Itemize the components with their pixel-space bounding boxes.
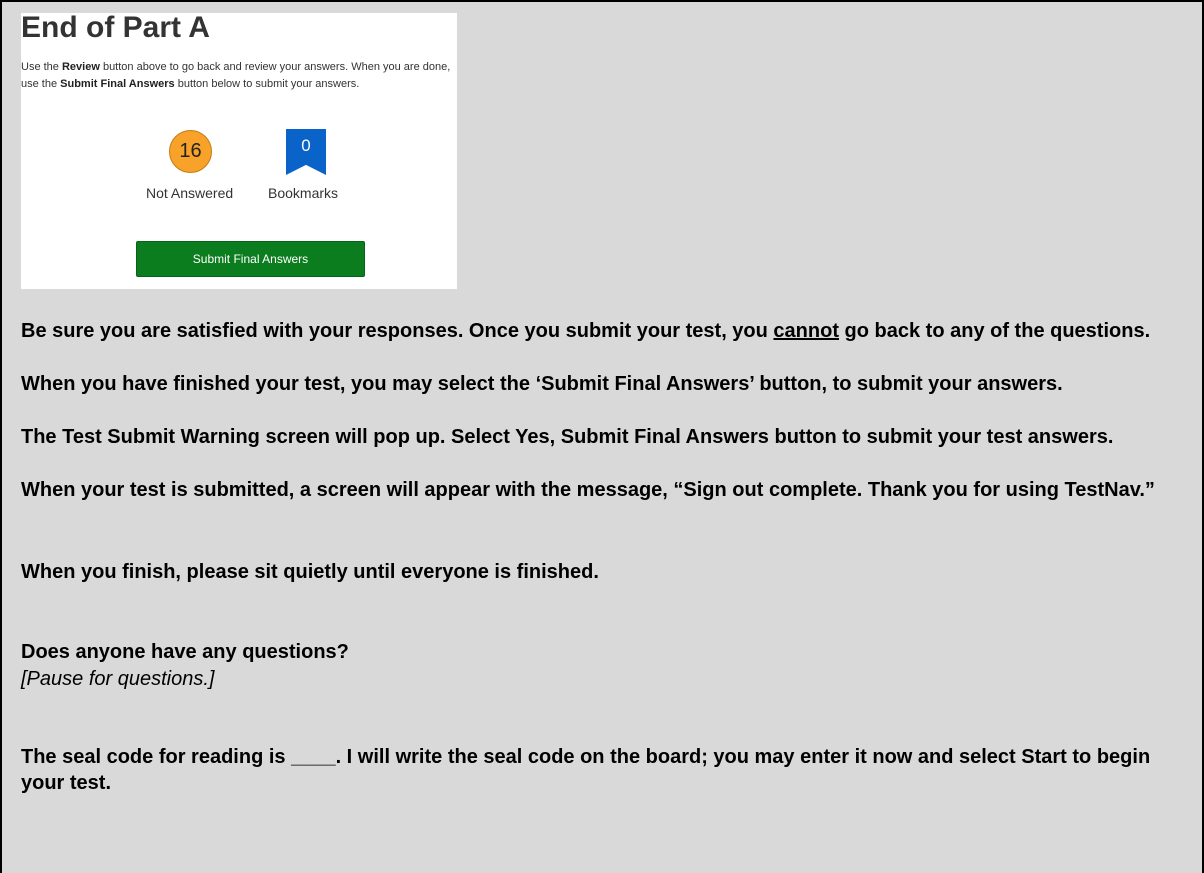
not-answered-count: 16 (179, 140, 202, 162)
sign-out-paragraph: When your test is submitted, a screen wi… (21, 479, 1155, 501)
bookmarks-label: Bookmarks (268, 185, 339, 201)
warning-paragraph: Be sure you are satisfied with your resp… (21, 320, 1151, 342)
not-answered-label: Not Answered (146, 185, 234, 201)
not-answered-badge[interactable]: 16 (169, 130, 212, 173)
end-of-part-screenshot: End of Part A Use the Review button abov… (21, 11, 457, 289)
warning-screen-paragraph: The Test Submit Warning screen will pop … (21, 426, 1114, 448)
submit-final-answers-button[interactable]: Submit Final Answers (136, 241, 365, 277)
finish-paragraph: When you finish, please sit quietly unti… (21, 561, 599, 583)
questions-paragraph: Does anyone have any questions? (21, 641, 349, 663)
submit-term: Submit Final Answers (60, 78, 175, 90)
seal-code-paragraph: The seal code for reading is ____. I wil… (21, 746, 1151, 794)
emphasis-cannot: cannot (773, 320, 839, 342)
part-title: End of Part A (21, 11, 210, 44)
pause-note: [Pause for questions.] (21, 668, 215, 690)
review-term: Review (61, 61, 100, 73)
review-instructions: Use the Review button above to go back a… (21, 61, 451, 90)
bookmark-icon[interactable]: 0 (286, 129, 326, 175)
submit-paragraph: When you have finished your test, you ma… (21, 373, 1063, 395)
bookmarks-count: 0 (301, 136, 311, 155)
instruction-box: End of Part A Use the Review button abov… (0, 0, 1204, 873)
